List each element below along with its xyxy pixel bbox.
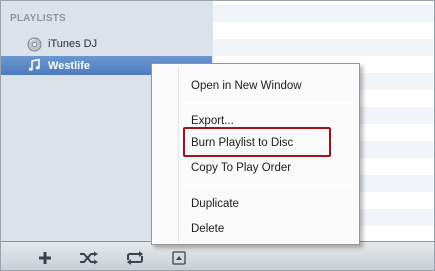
- plus-icon[interactable]: [36, 249, 54, 267]
- section-header-playlists: PLAYLISTS: [10, 13, 66, 24]
- menu-separator: [182, 185, 354, 186]
- menu-item-copy-to-play-order[interactable]: Copy To Play Order: [191, 159, 291, 177]
- menu-item-delete[interactable]: Delete: [191, 220, 224, 238]
- itunes-dj-icon: [26, 36, 42, 52]
- playlist-note-icon: [26, 58, 42, 74]
- sidebar-item-label: Westlife: [48, 59, 90, 72]
- sidebar-item-itunes-dj[interactable]: iTunes DJ: [1, 34, 212, 54]
- list-row-stripe: [213, 39, 434, 56]
- artwork-toggle-icon[interactable]: [171, 249, 187, 267]
- bottom-toolbar: [1, 241, 434, 270]
- menu-item-open-in-new-window[interactable]: Open in New Window: [191, 77, 302, 95]
- menu-separator: [182, 103, 354, 104]
- annotation-highlight-box: [183, 127, 331, 157]
- list-row-stripe: [213, 5, 434, 22]
- itunes-window: PLAYLISTS iTunes DJ Westlife Open in New…: [0, 0, 435, 271]
- playlist-context-menu: Open in New Window Export... Burn Playli…: [151, 63, 360, 245]
- sidebar-item-label: iTunes DJ: [48, 38, 98, 50]
- shuffle-icon[interactable]: [78, 249, 100, 267]
- repeat-icon[interactable]: [124, 249, 146, 267]
- menu-gutter: [178, 66, 179, 242]
- menu-item-duplicate[interactable]: Duplicate: [191, 195, 239, 213]
